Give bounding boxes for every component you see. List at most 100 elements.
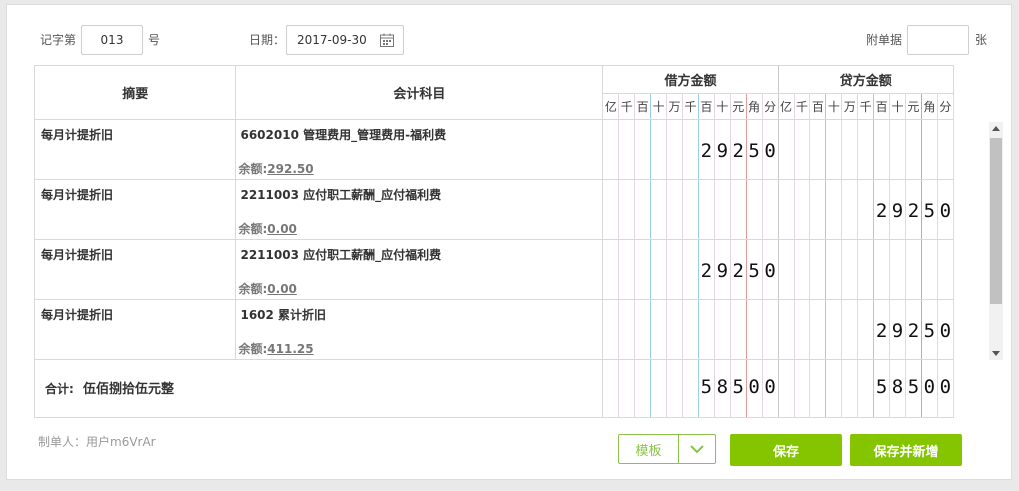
credit-amount-digit[interactable]: [857, 179, 875, 240]
credit-amount-digit[interactable]: [857, 359, 875, 418]
voucher-entry-row[interactable]: 每月计提折旧 1602 累计折旧 余额:411.25 2 9 2 5 0: [33, 299, 955, 360]
credit-amount-digit[interactable]: [825, 179, 843, 240]
credit-amount-digit[interactable]: [809, 299, 827, 360]
credit-amount-digit[interactable]: [873, 239, 891, 300]
debit-amount-digit[interactable]: [666, 299, 683, 360]
credit-amount-digit[interactable]: 2: [904, 299, 922, 360]
debit-amount-digit[interactable]: [713, 179, 731, 240]
debit-amount-digit[interactable]: [681, 359, 699, 418]
credit-amount-digit[interactable]: 5: [904, 359, 922, 418]
credit-amount-digit[interactable]: 0: [936, 359, 955, 418]
account-cell[interactable]: 6602010 管理费用_管理费用-福利费 余额:292.50: [235, 119, 604, 180]
credit-amount-digit[interactable]: [809, 239, 827, 300]
credit-amount-digit[interactable]: 0: [936, 179, 955, 240]
voucher-entry-row[interactable]: 每月计提折旧 2211003 应付职工薪酬_应付福利费 余额:0.00 2 9 2 5 0: [33, 179, 955, 240]
credit-amount-digit[interactable]: [936, 239, 955, 300]
date-input[interactable]: 2017-09-30: [286, 25, 404, 55]
debit-amount-digit[interactable]: [666, 239, 683, 300]
debit-amount-digit[interactable]: [602, 119, 620, 180]
credit-amount-digit[interactable]: 2: [873, 299, 891, 360]
credit-amount-digit[interactable]: [777, 179, 795, 240]
debit-amount-digit[interactable]: [729, 299, 747, 360]
debit-amount-digit[interactable]: 9: [713, 119, 731, 180]
balance-link[interactable]: 411.25: [267, 342, 313, 356]
debit-amount-digit[interactable]: [650, 299, 668, 360]
credit-amount-digit[interactable]: [936, 119, 955, 180]
debit-amount-digit[interactable]: [666, 359, 683, 418]
debit-amount-digit[interactable]: [650, 239, 668, 300]
debit-amount-digit[interactable]: [650, 359, 668, 418]
debit-amount-digit[interactable]: [618, 299, 636, 360]
balance-link[interactable]: 0.00: [267, 282, 297, 296]
credit-amount-digit[interactable]: 9: [889, 179, 906, 240]
credit-amount-digit[interactable]: [825, 239, 843, 300]
credit-amount-digit[interactable]: 0: [936, 299, 955, 360]
debit-amount-digit[interactable]: 0: [761, 239, 779, 300]
debit-amount-digit[interactable]: [697, 299, 715, 360]
debit-amount-digit[interactable]: 5: [745, 119, 763, 180]
debit-amount-digit[interactable]: [602, 179, 620, 240]
debit-amount-digit[interactable]: [729, 179, 747, 240]
credit-amount-digit[interactable]: [793, 239, 811, 300]
debit-amount-digit[interactable]: [634, 239, 652, 300]
debit-amount-digit[interactable]: [602, 359, 620, 418]
debit-amount-digit[interactable]: [745, 179, 763, 240]
debit-amount-digit[interactable]: [618, 179, 636, 240]
debit-amount-digit[interactable]: [602, 239, 620, 300]
debit-amount-digit[interactable]: [618, 359, 636, 418]
credit-amount-digit[interactable]: [920, 119, 938, 180]
debit-amount-digit[interactable]: 2: [729, 119, 747, 180]
voucher-entry-row[interactable]: 每月计提折旧 2211003 应付职工薪酬_应付福利费 余额:0.00 2 9 2 5 0: [33, 239, 955, 300]
credit-amount-digit[interactable]: [793, 179, 811, 240]
account-cell[interactable]: 1602 累计折旧 余额:411.25: [235, 299, 604, 360]
balance-link[interactable]: 0.00: [267, 222, 297, 236]
credit-amount-digit[interactable]: [777, 119, 795, 180]
credit-amount-digit[interactable]: 2: [904, 179, 922, 240]
template-dropdown[interactable]: 模板: [618, 434, 716, 464]
credit-amount-digit[interactable]: 5: [920, 299, 938, 360]
save-and-new-button[interactable]: 保存并新增: [850, 434, 962, 466]
debit-amount-digit[interactable]: 5: [729, 359, 747, 418]
debit-amount-digit[interactable]: 5: [697, 359, 715, 418]
credit-amount-digit[interactable]: [793, 299, 811, 360]
template-chevron[interactable]: [679, 435, 715, 463]
credit-amount-digit[interactable]: [904, 119, 922, 180]
debit-amount-digit[interactable]: [666, 179, 683, 240]
debit-amount-digit[interactable]: [634, 359, 652, 418]
credit-amount-digit[interactable]: 5: [920, 179, 938, 240]
scroll-up-icon[interactable]: [992, 126, 1000, 131]
credit-amount-digit[interactable]: [809, 179, 827, 240]
scroll-thumb[interactable]: [990, 138, 1002, 304]
credit-amount-digit[interactable]: [857, 299, 875, 360]
credit-amount-digit[interactable]: [841, 299, 859, 360]
credit-amount-digit[interactable]: [825, 359, 843, 418]
calendar-icon[interactable]: [379, 32, 395, 48]
credit-amount-digit[interactable]: 8: [889, 359, 906, 418]
credit-amount-digit[interactable]: 5: [873, 359, 891, 418]
template-label[interactable]: 模板: [619, 435, 679, 463]
credit-amount-digit[interactable]: 0: [920, 359, 938, 418]
debit-amount-digit[interactable]: 5: [745, 239, 763, 300]
credit-amount-digit[interactable]: [841, 179, 859, 240]
debit-amount-digit[interactable]: [634, 299, 652, 360]
credit-amount-digit[interactable]: [809, 359, 827, 418]
credit-amount-digit[interactable]: [857, 119, 875, 180]
debit-amount-digit[interactable]: 8: [713, 359, 731, 418]
debit-amount-digit[interactable]: 0: [761, 119, 779, 180]
debit-amount-digit[interactable]: [618, 119, 636, 180]
debit-amount-digit[interactable]: [681, 179, 699, 240]
scroll-down-icon[interactable]: [992, 351, 1000, 356]
credit-amount-digit[interactable]: 2: [873, 179, 891, 240]
account-cell[interactable]: 2211003 应付职工薪酬_应付福利费 余额:0.00: [235, 239, 604, 300]
debit-amount-digit[interactable]: [681, 299, 699, 360]
debit-amount-digit[interactable]: [634, 119, 652, 180]
debit-amount-digit[interactable]: [697, 179, 715, 240]
debit-amount-digit[interactable]: [681, 119, 699, 180]
credit-amount-digit[interactable]: [777, 299, 795, 360]
debit-amount-digit[interactable]: [618, 239, 636, 300]
debit-amount-digit[interactable]: [602, 299, 620, 360]
debit-amount-digit[interactable]: 9: [713, 239, 731, 300]
debit-amount-digit[interactable]: 2: [697, 119, 715, 180]
credit-amount-digit[interactable]: 9: [889, 299, 906, 360]
voucher-entry-row[interactable]: 每月计提折旧 6602010 管理费用_管理费用-福利费 余额:292.50 2 9 2 5…: [33, 119, 955, 180]
